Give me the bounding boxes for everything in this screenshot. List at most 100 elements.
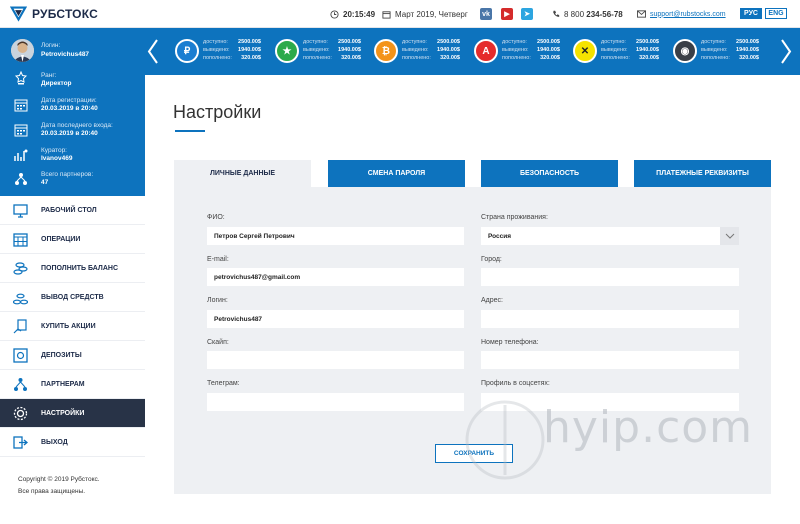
menu-logout[interactable]: ВЫХОД [0, 428, 145, 457]
ticker-label: пополнено: [203, 55, 232, 61]
menu-deposit[interactable]: ПОПОЛНИТЬ БАЛАНС [0, 254, 145, 283]
rank-value: Директор [41, 80, 72, 87]
tab-personal-data[interactable]: ЛИЧНЫЕ ДАННЫЕ [174, 160, 311, 187]
rank-label: Ранг: [41, 72, 57, 79]
curator-icon [14, 149, 28, 161]
clock-time: 20:15:49 [343, 9, 376, 19]
logout-icon [13, 436, 28, 449]
menu-buy-shares[interactable]: КУПИТЬ АКЦИИ [0, 312, 145, 341]
tab-payment-details[interactable]: ПЛАТЕЖНЫЕ РЕКВИЗИТЫ [634, 160, 771, 187]
logo-icon [10, 6, 27, 22]
chart-coin-icon: ◉ [673, 39, 697, 63]
ticker-value: 1940.00$ [736, 47, 759, 53]
ticker-label: доступно: [502, 39, 527, 45]
ticker-label: выведено: [203, 47, 230, 53]
ticker-label: пополнено: [402, 55, 431, 61]
phone-number: 234-56-78 [586, 9, 623, 19]
watermark-text: hyip.com [543, 402, 754, 453]
telegram-field[interactable] [207, 393, 464, 411]
vk-icon[interactable]: vk [480, 8, 492, 20]
x-coin-icon: ✕ [573, 39, 597, 63]
ticker-label: пополнено: [601, 55, 630, 61]
support-email-link[interactable]: support@rubstocks.com [650, 11, 726, 18]
date-text: Март 2019, Четверг [395, 9, 468, 19]
skype-field[interactable] [207, 351, 464, 369]
ticker-label: доступно: [601, 39, 626, 45]
city-label: Город: [481, 256, 502, 263]
ticker-label: выведено: [601, 47, 628, 53]
fio-field[interactable]: Петров Сергей Петрович [207, 227, 464, 245]
brand-logo[interactable]: РУБСТОКС [10, 5, 98, 22]
country-select[interactable]: Россия [481, 227, 739, 245]
address-label: Адрес: [481, 297, 503, 304]
ticker-value: 2500.00$ [338, 39, 361, 45]
partners-value: 47 [41, 179, 49, 186]
top-bar: РУБСТОКС 20:15:49 Март 2019, Четверг vk … [0, 0, 800, 28]
ticker-label: выведено: [402, 47, 429, 53]
telegram-label: Телеграм: [207, 380, 240, 387]
menu-deposits[interactable]: ДЕПОЗИТЫ [0, 341, 145, 370]
phone-prefix: 8 800 [564, 9, 585, 19]
menu-dashboard[interactable]: РАБОЧИЙ СТОЛ [0, 196, 145, 225]
ticker-value: 320.00$ [341, 55, 361, 61]
ticker-value: 1940.00$ [537, 47, 560, 53]
ticker-value: 320.00$ [241, 55, 261, 61]
ticker-value: 2500.00$ [736, 39, 759, 45]
curator-value: Ivanov469 [41, 155, 73, 162]
coins-out-icon [13, 293, 28, 305]
bitcoin-coin-icon: ₿ [374, 39, 398, 63]
menu-settings[interactable]: НАСТРОЙКИ [0, 399, 145, 428]
avatar[interactable] [11, 39, 34, 62]
ticker-value: 320.00$ [540, 55, 560, 61]
menu-operations[interactable]: ОПЕРАЦИИ [0, 225, 145, 254]
menu-label: КУПИТЬ АКЦИИ [41, 322, 96, 330]
calendar-icon [382, 10, 391, 19]
social-profile-label: Профиль в соцсетях: [481, 380, 550, 387]
registration-calendar-icon [14, 99, 28, 112]
menu-withdraw[interactable]: ВЫВОД СРЕДСТВ [0, 283, 145, 312]
ticker-value: 2500.00$ [636, 39, 659, 45]
login-field[interactable]: Petrovichus487 [207, 310, 464, 328]
ticker-prev-arrow[interactable] [146, 38, 160, 65]
menu-label: ПАРТНЕРАМ [41, 380, 85, 388]
tab-change-password[interactable]: СМЕНА ПАРОЛЯ [328, 160, 465, 187]
youtube-icon[interactable]: ▶ [501, 8, 513, 20]
login-label: Логин: [41, 42, 61, 49]
coins-icon [13, 262, 28, 275]
login-field-label: Логин: [207, 297, 228, 304]
telegram-icon[interactable]: ➤ [521, 8, 533, 20]
chevron-down-icon[interactable] [720, 227, 739, 245]
profile-panel: Логин: Petrovichus487 Ранг: Директор Дат… [0, 28, 145, 196]
copyright-line2: Все права защищены. [18, 488, 86, 495]
network-icon [14, 378, 27, 391]
tab-security[interactable]: БЕЗОПАСНОСТЬ [481, 160, 618, 187]
ticker-value: 1940.00$ [238, 47, 261, 53]
ticker-label: доступно: [203, 39, 228, 45]
rank-icon [14, 71, 28, 85]
skype-label: Скайп: [207, 339, 229, 346]
ticker-next-arrow[interactable] [779, 38, 793, 65]
ticker-value: 1940.00$ [636, 47, 659, 53]
address-field[interactable] [481, 310, 739, 328]
lang-ru-button[interactable]: РУС [740, 8, 762, 19]
menu-label: НАСТРОЙКИ [41, 409, 85, 417]
ticker-label: пополнено: [303, 55, 332, 61]
brand-name: РУБСТОКС [32, 6, 98, 21]
city-field[interactable] [481, 268, 739, 286]
title-underline [175, 130, 205, 132]
menu-partners[interactable]: ПАРТНЕРАМ [0, 370, 145, 399]
last-login-date: 20.03.2019 в 20:40 [41, 130, 98, 137]
ticker-label: доступно: [303, 39, 328, 45]
phone-field[interactable] [481, 351, 739, 369]
phone[interactable]: 8 800 234-56-78 [552, 0, 623, 28]
last-login-calendar-icon [14, 124, 28, 137]
email-label: E-mail: [207, 256, 229, 263]
menu-label: ОПЕРАЦИИ [41, 235, 81, 243]
ticker-value: 320.00$ [440, 55, 460, 61]
gear-icon [13, 406, 28, 421]
menu-label: ДЕПОЗИТЫ [41, 351, 82, 359]
support-email[interactable]: support@rubstocks.com [637, 0, 726, 28]
email-field[interactable]: petrovichus487@gmail.com [207, 268, 464, 286]
ticker-value: 2500.00$ [238, 39, 261, 45]
lang-en-button[interactable]: ENG [765, 8, 787, 19]
